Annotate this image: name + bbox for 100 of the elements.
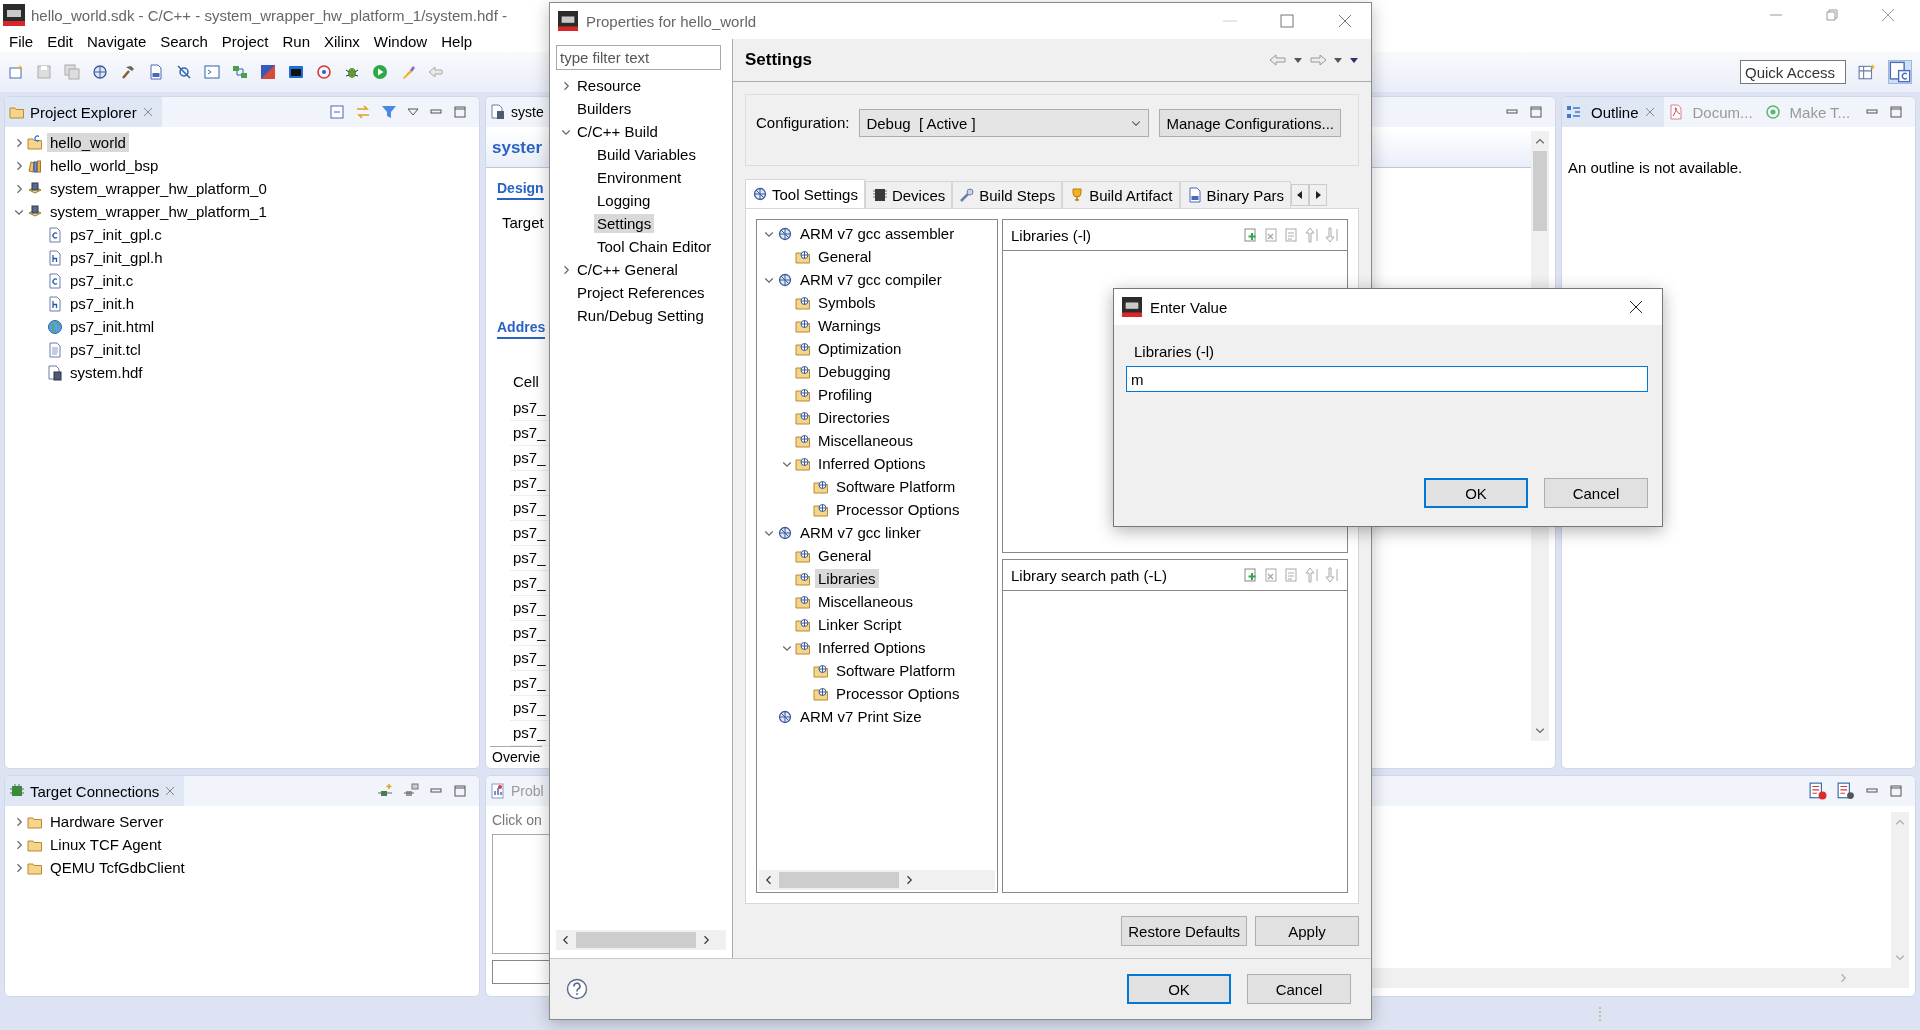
nav-item[interactable]: Logging [594,191,654,210]
tree-item[interactable]: Profiling [815,385,876,404]
network-icon[interactable] [232,64,248,80]
menu-item[interactable]: Edit [40,32,81,50]
terminal-icon[interactable] [204,64,220,80]
maximize-icon[interactable] [453,105,467,119]
tree-item[interactable]: Optimization [815,339,905,358]
delete-icon[interactable] [1263,227,1279,243]
forward-icon[interactable] [1309,53,1327,67]
menu-item[interactable]: Run [275,32,317,50]
tree-item[interactable]: Miscellaneous [815,592,917,611]
tree-item[interactable]: General [815,247,875,266]
tree-item[interactable]: ARM v7 gcc compiler [797,270,945,289]
tree-item[interactable]: Processor Options [833,500,963,519]
add-icon[interactable] [1243,567,1259,583]
page-button[interactable]: Restore Defaults [1121,916,1247,946]
section-tab[interactable]: Design [497,180,544,200]
hammer-icon[interactable] [120,64,136,80]
horizontal-scrollbar[interactable] [556,930,726,950]
panel-tab[interactable]: Outline [1562,97,1664,127]
nav-item[interactable]: C/C++ General [574,260,681,279]
connection-settings-icon[interactable] [403,783,419,799]
nav-item[interactable]: Settings [594,214,655,233]
menu-item[interactable]: Search [153,32,215,50]
dialog-button[interactable]: OK [1424,478,1528,508]
back-icon[interactable] [1269,53,1287,67]
scroll-thumb[interactable] [1533,151,1547,231]
tab[interactable]: Binary Pars [1179,181,1292,208]
nav-item[interactable]: Environment [594,168,685,187]
nav-item[interactable]: Project References [574,283,708,302]
nav-item[interactable]: Resource [574,76,645,95]
tree-item[interactable]: ARM v7 gcc assembler [797,224,958,243]
view-menu-icon[interactable] [1349,55,1359,65]
tree-item[interactable]: Inferred Options [815,638,929,657]
tree-item[interactable]: Inferred Options [815,454,929,473]
tree-item[interactable]: ps7_init_gpl.c [67,225,165,244]
tree-item[interactable]: ps7_init.tcl [67,340,144,359]
tree-item[interactable]: ps7_init.c [67,271,137,290]
tree-item[interactable]: ps7_init.h [67,294,138,313]
nav-item[interactable]: C/C++ Build [574,122,661,141]
dropdown-icon[interactable] [1333,55,1343,65]
tree-item[interactable]: system_wrapper_hw_platform_1 [47,202,270,221]
panel-tab[interactable]: Target Connections [5,776,185,806]
tree-item[interactable]: Processor Options [833,684,963,703]
restore-icon[interactable] [1824,7,1840,23]
console-icon[interactable] [288,64,304,80]
tree-item[interactable]: ps7_init_gpl.h [67,248,166,267]
tab[interactable]: Build Artifact [1062,181,1180,208]
gradient-square-icon[interactable] [260,64,276,80]
tree-item[interactable]: system.hdf [67,363,146,382]
tab[interactable]: Build Steps [952,181,1063,208]
clear-log-icon[interactable] [1809,782,1827,800]
overview-tab[interactable]: Overvie [490,746,543,767]
log-settings-icon[interactable] [1837,782,1855,800]
brush-icon[interactable] [400,64,416,80]
nav-item[interactable]: Tool Chain Editor [594,237,715,256]
configuration-dropdown[interactable]: Debug [ Active ] [859,109,1150,137]
nav-item[interactable]: Build Variables [594,145,699,164]
dialog-button[interactable]: Cancel [1247,974,1351,1004]
close-icon[interactable] [1628,299,1644,315]
tree-item[interactable]: Software Platform [833,661,959,680]
filter-icon[interactable] [381,104,397,120]
delete-icon[interactable] [1263,567,1279,583]
filter-field[interactable]: type filter text [556,45,721,70]
view-menu-icon[interactable] [407,106,419,118]
menu-item[interactable]: Navigate [80,32,154,50]
tree-item[interactable]: Hardware Server [47,812,167,831]
tree-item[interactable]: hello_world [47,133,129,152]
value-field[interactable]: m [1126,366,1648,392]
tree-item[interactable]: ARM v7 Print Size [797,707,925,726]
editor-tab[interactable]: syste [486,97,552,127]
maximize-icon[interactable] [1889,105,1903,119]
binary-file-icon[interactable] [148,64,164,80]
link-icon[interactable] [355,104,371,120]
scroll-left-icon[interactable] [1291,184,1310,206]
tree-item[interactable]: Software Platform [833,477,959,496]
collapse-all-icon[interactable] [329,104,345,120]
tree-item[interactable]: Symbols [815,293,879,312]
menu-item[interactable]: Window [366,32,435,50]
maximize-icon[interactable] [1889,784,1903,798]
dialog-button[interactable]: OK [1127,974,1231,1004]
nav-item[interactable]: Run/Debug Setting [574,306,707,325]
tree-item[interactable]: Linux TCF Agent [47,835,165,854]
tree-item[interactable]: Directories [815,408,893,427]
dropdown-icon[interactable] [1293,55,1303,65]
add-connection-icon[interactable] [377,783,393,799]
maximize-icon[interactable] [1279,13,1295,29]
menu-item[interactable]: Project [214,32,276,50]
menu-item[interactable]: Xilinx [317,32,367,50]
help-icon[interactable] [566,978,588,1000]
tree-item[interactable]: ps7_init.html [67,317,158,336]
tab[interactable]: Devices [864,181,953,208]
scroll-right-icon[interactable] [1309,184,1328,206]
nav-item[interactable]: Builders [574,99,635,118]
manage-configurations-button[interactable]: Manage Configurations... [1159,109,1341,137]
dialog-button[interactable]: Cancel [1544,478,1648,508]
tree-item[interactable]: Debugging [815,362,894,381]
maximize-icon[interactable] [453,784,467,798]
c-perspective-icon[interactable] [1888,60,1912,84]
new-icon[interactable] [8,64,24,80]
